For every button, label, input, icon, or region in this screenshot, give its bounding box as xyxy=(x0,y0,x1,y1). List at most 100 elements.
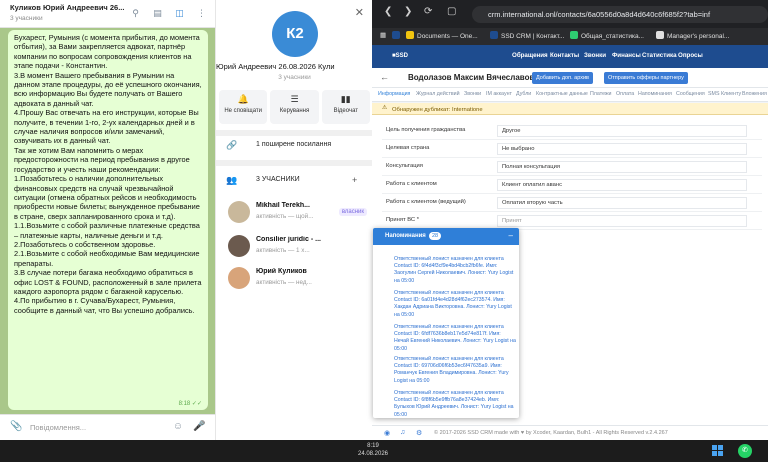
whatsapp-icon[interactable]: ✆ xyxy=(738,444,752,458)
comments-icon[interactable]: ▤ xyxy=(152,8,163,19)
close-icon[interactable]: ✕ xyxy=(355,6,364,19)
desktop: Куликов Юрий Андреевич 26... 3 учасники … xyxy=(0,0,768,462)
search-icon[interactable]: ⚲ xyxy=(130,8,141,19)
bell-icon[interactable]: ♫ xyxy=(400,429,405,436)
message-line: 4.Прошу Вас отвечать на его инструкции, … xyxy=(14,108,201,146)
tab-sms[interactable]: SMS Клиенту xyxy=(708,91,741,97)
client-work-select[interactable]: Клиент оплатил аванс xyxy=(497,179,747,191)
browser-toolbar: ❮ ❯ ⟳ ▢ crm.international.onl/contacts/6… xyxy=(372,0,768,28)
chat-header[interactable]: Куликов Юрий Андреевич 26... 3 учасники … xyxy=(0,0,215,28)
menu-surveys[interactable]: Опросы xyxy=(678,52,703,59)
member-item[interactable]: Юрий Куликов активність — нед... xyxy=(216,266,373,292)
tab-calls[interactable]: Звонки xyxy=(464,91,481,97)
reminders-title: Напоминания xyxy=(385,233,426,239)
group-avatar: К2 xyxy=(272,11,318,57)
apps-icon[interactable]: ▦ xyxy=(380,31,386,39)
minimize-icon[interactable]: – xyxy=(509,231,513,240)
bookmark-onedrive[interactable]: Documents — One... xyxy=(406,31,478,40)
tab-log[interactable]: Журнал действий xyxy=(416,91,460,97)
reminder-item[interactable]: Ответственный лонист назначен для клиент… xyxy=(394,356,516,385)
reminder-item[interactable]: Ответственный лонист назначен для клиент… xyxy=(394,390,516,418)
crm-header: ■SSD Обращения Контакты Звонки Финансы С… xyxy=(372,45,768,68)
bookmark-ssd[interactable] xyxy=(392,31,403,40)
consultation-select[interactable]: Полная консультация xyxy=(497,161,747,173)
tab-contract[interactable]: Контрактные данные xyxy=(536,91,588,97)
bookmarks-bar: ▦ Documents — One... SSD CRM | Контакт..… xyxy=(372,28,768,45)
bookmark-manager[interactable]: Manager's personal... xyxy=(656,31,729,40)
message-line: 1.1.Возьмите с собой различные платежные… xyxy=(14,221,202,240)
link-icon: 🔗 xyxy=(226,140,238,150)
contact-title-bar: ← Водолазов Максим Вячеславович Добавить… xyxy=(372,68,768,88)
accepted-vs-input[interactable]: Принят xyxy=(497,215,747,227)
message-line: 3.В случае потери багажа необходимо обра… xyxy=(14,268,204,296)
tab-im[interactable]: IM аккаунт xyxy=(486,91,512,97)
forward-icon[interactable]: ❯ xyxy=(404,6,412,17)
video-chat-button[interactable]: ▮▮ Відеочат xyxy=(321,90,370,124)
menu-contacts[interactable]: Контакты xyxy=(550,52,579,59)
crm-footer: ◉ ♫ ⚙ © 2017-2026 SSD CRM made with ♥ by… xyxy=(372,425,768,440)
telegram-chat-pane: Куликов Юрий Андреевич 26... 3 учасники … xyxy=(0,0,215,440)
members-icon: 👥 xyxy=(226,175,238,185)
group-name: Юрий Андреевич 26.08.2026 Кули xyxy=(216,62,335,71)
bookmark-ssd-crm[interactable]: SSD CRM | Контакт... xyxy=(490,31,564,40)
form-row: Цель получения гражданства Другое xyxy=(382,122,762,140)
message-line: 3.В момент Вашего пребывания в Румынии н… xyxy=(14,70,204,108)
menu-finance[interactable]: Финансы xyxy=(612,52,641,59)
reminder-item[interactable]: Ответственный лонист назначен для клиент… xyxy=(394,290,516,319)
tab-info[interactable]: Информация xyxy=(378,91,410,97)
chat-info-panel: ✕ К2 Юрий Андреевич 26.08.2026 Кули 3 уч… xyxy=(215,0,373,440)
windows-start-icon[interactable] xyxy=(712,445,724,457)
add-archive-button[interactable]: Добавить доп. архив xyxy=(532,72,593,84)
settings-icon[interactable]: ⚙ xyxy=(416,429,422,437)
tab-payments[interactable]: Платежи xyxy=(590,91,611,97)
back-arrow-icon[interactable]: ← xyxy=(380,72,389,82)
divider xyxy=(216,160,373,166)
tab-messages[interactable]: Сообщения xyxy=(676,91,705,97)
avatar xyxy=(228,267,250,289)
attach-icon[interactable]: 📎 xyxy=(10,421,22,433)
more-menu-icon[interactable]: ⋮ xyxy=(196,8,207,19)
taskbar: 8:19 24.08.2026 ✆ xyxy=(0,440,768,462)
tab-paid[interactable]: Оплата xyxy=(616,91,634,97)
emoji-icon[interactable]: ☺ xyxy=(172,421,184,433)
shared-links-row[interactable]: 🔗 1 поширене посилання xyxy=(216,137,373,155)
mute-button[interactable]: 🔔 Не сповіщати xyxy=(219,90,268,124)
tab-duplicates[interactable]: Дубли xyxy=(516,91,531,97)
message-line: Бухарест, Румыния (с момента прибытия, д… xyxy=(14,33,202,71)
form-row: Работа с клиентом (ведущий) Оплатил втор… xyxy=(382,194,762,212)
client-work-lead-select[interactable]: Оплатил вторую часть xyxy=(497,197,747,209)
add-member-icon[interactable]: + xyxy=(352,175,357,185)
target-country-select[interactable]: Не выбрано xyxy=(497,143,747,155)
action-row: 🔔 Не сповіщати ☰ Керування ▮▮ Відеочат xyxy=(219,90,370,124)
citizenship-goal-select[interactable]: Другое xyxy=(497,125,747,137)
message-line: 4.По прибытию в г. Сучава/Бухарест, Румы… xyxy=(14,296,195,315)
tab-attachments[interactable]: Вложения xyxy=(742,91,767,97)
menu-appeals[interactable]: Обращения xyxy=(512,52,548,59)
bookmark-stats[interactable]: Общая_статистика... xyxy=(570,31,644,40)
form-row: Консультация Полная консультация xyxy=(382,158,762,176)
menu-calls[interactable]: Звонки xyxy=(584,52,606,59)
reminder-item[interactable]: Ответственный лонист назначен для клиент… xyxy=(394,324,516,353)
tab-reminders[interactable]: Напоминания xyxy=(638,91,672,97)
back-icon[interactable]: ❮ xyxy=(384,6,392,17)
manage-button[interactable]: ☰ Керування xyxy=(270,90,319,124)
form-row: Целевая страна Не выбрано xyxy=(382,140,762,158)
microphone-icon[interactable]: 🎤 xyxy=(193,421,205,433)
form-row: Работа с клиентом Клиент оплатил аванс xyxy=(382,176,762,194)
menu-statistics[interactable]: Статистика xyxy=(642,52,677,59)
send-offers-button[interactable]: Отправить офферы партнеру xyxy=(604,72,688,84)
tab-icon[interactable]: ▢ xyxy=(447,6,456,17)
message-bubble[interactable]: Бухарест, Румыния (с момента прибытия, д… xyxy=(8,30,208,410)
eye-icon[interactable]: ◉ xyxy=(384,429,390,437)
member-item[interactable]: Mikhail Terekh... активність — щой... вл… xyxy=(216,200,373,226)
reminder-item[interactable]: Ответственный лонист назначен для клиент… xyxy=(394,256,516,285)
address-bar[interactable]: crm.international.onl/contacts/6a0556d0a… xyxy=(472,6,768,23)
member-item[interactable]: Consilier juridic - ... активність — 1 х… xyxy=(216,234,373,260)
message-input[interactable]: Повідомлення... xyxy=(30,423,86,432)
system-clock[interactable]: 8:19 24.08.2026 xyxy=(353,442,393,458)
warning-text: ⚠ Обнаружен дубликат: Internatione xyxy=(382,105,483,113)
sidebar-toggle-icon[interactable]: ◫ xyxy=(174,8,185,19)
reload-icon[interactable]: ⟳ xyxy=(424,6,432,17)
reminders-header[interactable]: Напоминания 28 – xyxy=(373,228,519,245)
message-line: 2.Позаботьтесь о собственном здоровье. xyxy=(14,239,156,249)
